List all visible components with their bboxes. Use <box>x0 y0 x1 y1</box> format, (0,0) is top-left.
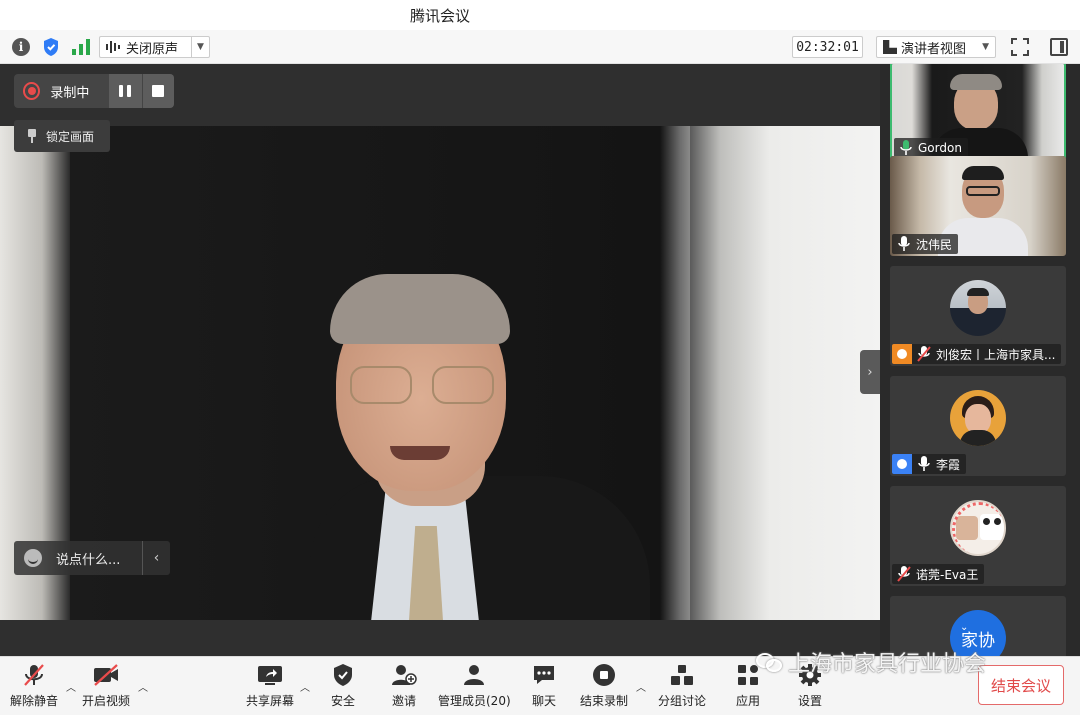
window-title: 腾讯会议 <box>410 7 471 25</box>
start-video-button[interactable]: 开启视频 <box>82 663 130 709</box>
chevron-down-icon: ▼ <box>982 42 989 52</box>
chat-label: 聊天 <box>531 694 556 708</box>
end-recording-button[interactable]: 结束录制 <box>580 663 628 709</box>
security-button[interactable]: 安全 <box>329 663 357 709</box>
video-off-icon <box>92 663 120 687</box>
breakout-label: 分组讨论 <box>658 694 707 708</box>
info-icon[interactable]: i <box>10 37 32 57</box>
manage-members-button[interactable]: 管理成员(20) <box>438 663 511 709</box>
chat-placeholder: 说点什么... <box>56 552 121 568</box>
layout-icon <box>883 40 897 54</box>
start-video-label: 开启视频 <box>82 694 131 708</box>
mic-on-icon <box>915 455 933 473</box>
chat-icon <box>530 663 558 687</box>
host-badge-icon <box>892 454 912 474</box>
breakout-icon <box>668 663 696 687</box>
participant-tile[interactable]: Gordon <box>890 64 1066 162</box>
security-shield-icon[interactable] <box>40 37 62 57</box>
share-options-caret-icon[interactable]: ︿ <box>300 679 310 694</box>
participant-name: 李霞 <box>936 457 961 472</box>
chevron-down-icon[interactable]: ⌄ <box>960 622 968 633</box>
meeting-timer: 02:32:01 <box>792 36 863 58</box>
original-sound-dropdown[interactable]: 关闭原声 ▼ <box>99 36 210 58</box>
wechat-logo-icon <box>756 651 784 673</box>
watermark-text: 上海市家具行业协会 <box>788 652 987 677</box>
participant-avatar <box>950 280 1006 336</box>
top-toolbar: i 关闭原声 ▼ 02:32:01 演讲者视图 ▼ <box>0 30 1080 64</box>
participant-name-tag: 刘俊宏丨上海市家具... <box>892 344 1062 364</box>
recording-options-caret-icon[interactable]: ︿ <box>636 679 646 694</box>
mic-muted-icon <box>915 345 933 363</box>
participant-name-tag: 诺莞-Eva王 <box>892 564 985 584</box>
quick-chat-input[interactable]: 说点什么... ‹ <box>14 541 170 575</box>
emoji-icon[interactable] <box>24 549 42 567</box>
collapse-sidebar-button[interactable]: › <box>860 350 880 394</box>
add-user-icon <box>390 663 418 687</box>
end-recording-label: 结束录制 <box>580 694 629 708</box>
participant-name-tag: 李霞 <box>892 454 967 474</box>
participant-tile[interactable]: 李霞 <box>890 376 1066 476</box>
recording-controls: 录制中 <box>14 74 174 108</box>
end-meeting-button[interactable]: 结束会议 <box>978 665 1064 705</box>
share-screen-icon <box>256 663 284 687</box>
speaker-figure <box>310 274 650 620</box>
pin-icon <box>26 129 38 143</box>
participant-name: 沈伟民 <box>916 237 953 252</box>
main-video-stage: 录制中 锁定画面 说点什么... ‹ › <box>0 64 880 656</box>
shield-icon <box>329 663 357 687</box>
participant-avatar <box>950 390 1006 446</box>
stop-record-icon <box>590 663 618 687</box>
chevron-down-icon[interactable]: ▼ <box>191 37 209 57</box>
mic-muted-icon <box>895 565 913 583</box>
invite-button[interactable]: 邀请 <box>390 663 418 709</box>
participant-name: 刘俊宏丨上海市家具... <box>936 347 1056 362</box>
view-mode-label: 演讲者视图 <box>901 41 967 57</box>
unmute-label: 解除静音 <box>10 694 59 708</box>
security-label: 安全 <box>330 694 355 708</box>
apps-label: 应用 <box>735 694 760 708</box>
members-icon <box>460 663 488 687</box>
manage-members-label: 管理成员(20) <box>438 694 511 708</box>
recording-status: 录制中 <box>50 85 90 101</box>
cohost-badge-icon <box>892 344 912 364</box>
lock-screen-button[interactable]: 锁定画面 <box>14 120 110 152</box>
record-icon <box>23 82 41 100</box>
unmute-button[interactable]: 解除静音 <box>10 663 58 709</box>
pause-recording-button[interactable] <box>109 74 142 108</box>
participant-tile[interactable]: 刘俊宏丨上海市家具... <box>890 266 1066 366</box>
share-screen-button[interactable]: 共享屏幕 <box>246 663 294 709</box>
network-signal-icon[interactable] <box>70 37 92 57</box>
stop-recording-button[interactable] <box>141 74 174 108</box>
participant-name: 诺莞-Eva王 <box>916 567 979 582</box>
title-bar: 腾讯会议 <box>0 0 1080 30</box>
view-mode-dropdown[interactable]: 演讲者视图 ▼ <box>876 36 996 58</box>
participant-sidebar: Gordon 沈伟民 刘俊宏丨上海市家具... 李霞 诺莞-Eva王 家协 ⌄ <box>880 64 1080 656</box>
participant-name-tag: 沈伟民 <box>892 234 959 254</box>
chat-button[interactable]: 聊天 <box>530 663 558 709</box>
participant-tile[interactable]: 沈伟民 <box>890 156 1066 256</box>
audio-options-caret-icon[interactable]: ︿ <box>66 679 76 694</box>
sidebar-toggle-icon[interactable] <box>1050 38 1068 56</box>
participant-tile[interactable]: 诺莞-Eva王 <box>890 486 1066 586</box>
settings-label: 设置 <box>797 694 822 708</box>
mic-on-icon <box>897 139 915 157</box>
video-options-caret-icon[interactable]: ︿ <box>138 679 148 694</box>
lock-screen-label: 锁定画面 <box>46 129 95 144</box>
collapse-chat-icon[interactable]: ‹ <box>142 541 170 575</box>
breakout-rooms-button[interactable]: 分组讨论 <box>658 663 706 709</box>
participant-avatar <box>950 500 1006 556</box>
mic-muted-icon <box>20 663 48 687</box>
watermark: 上海市家具行业协会 <box>756 646 986 678</box>
sound-wave-icon <box>106 41 120 53</box>
participant-name: Gordon <box>918 141 962 155</box>
share-screen-label: 共享屏幕 <box>246 694 295 708</box>
fullscreen-icon[interactable] <box>1011 38 1029 56</box>
invite-label: 邀请 <box>391 694 416 708</box>
original-sound-label: 关闭原声 <box>126 41 179 57</box>
mic-on-icon <box>895 235 913 253</box>
participant-name-tag: Gordon <box>894 138 968 158</box>
